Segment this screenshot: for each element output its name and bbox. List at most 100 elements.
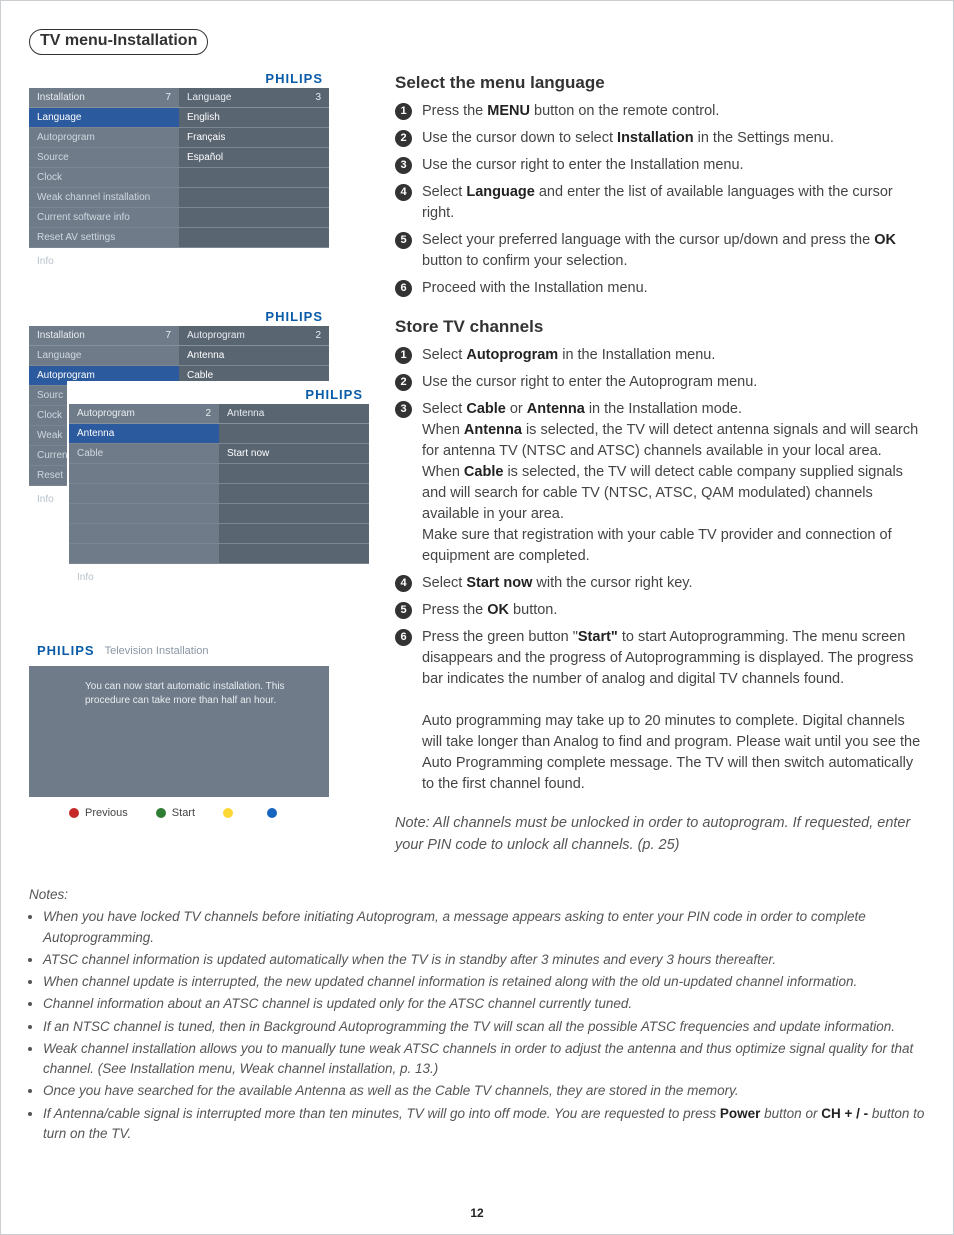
steps-store: 1 Select Autoprogram in the Installation … — [395, 345, 925, 795]
step-text: Use the cursor down to select Installati… — [422, 128, 834, 149]
step-number-icon: 4 — [395, 575, 412, 592]
section-heading-store: Store TV channels — [395, 317, 925, 337]
menu-item — [179, 228, 329, 248]
panel-header: Language — [187, 92, 232, 103]
step-number-icon: 6 — [395, 629, 412, 646]
wizard-title: Television Installation — [105, 645, 209, 657]
menu-item — [69, 544, 219, 564]
footnotes: Notes: When you have locked TV channels … — [29, 885, 925, 1144]
panel-count: 2 — [315, 330, 321, 341]
step-number-icon: 5 — [395, 232, 412, 249]
menu-item — [179, 168, 329, 188]
menu-item — [219, 424, 369, 444]
step-text: Select Autoprogram in the Installation m… — [422, 345, 715, 366]
step-number-icon: 4 — [395, 184, 412, 201]
instructions-column: Select the menu language 1 Press the MENU… — [395, 67, 925, 859]
step-number-icon: 1 — [395, 103, 412, 120]
legend-yellow — [223, 807, 239, 819]
menu-item: Language — [29, 108, 179, 128]
step-text: Select Cable or Antenna in the Installat… — [422, 399, 925, 567]
menu-item — [219, 524, 369, 544]
step-number-icon: 3 — [395, 401, 412, 418]
legend-blue — [267, 807, 283, 819]
mock-autoprogram-antenna: PHILIPS Autoprogram 2 Antenna Cable — [69, 383, 369, 597]
menu-item — [219, 464, 369, 484]
panel-header: Autoprogram — [187, 330, 245, 341]
steps-language: 1 Press the MENU button on the remote con… — [395, 101, 925, 299]
menu-item: Start now — [219, 444, 369, 464]
page-number: 12 — [1, 1206, 953, 1220]
menu-item: Antenna — [179, 346, 329, 366]
menu-item: Weak channel installation — [29, 188, 179, 208]
step-number-icon: 5 — [395, 602, 412, 619]
footnote-item: If Antenna/cable signal is interrupted m… — [43, 1104, 925, 1145]
step-number-icon: 3 — [395, 157, 412, 174]
footnote-item: If an NTSC channel is tuned, then in Bac… — [43, 1017, 925, 1037]
red-dot-icon — [69, 808, 79, 818]
menu-item — [179, 188, 329, 208]
legend-previous: Previous — [69, 807, 128, 819]
menu-item — [69, 524, 219, 544]
menu-item — [219, 504, 369, 524]
menu-item — [69, 484, 219, 504]
step-text: Use the cursor right to enter the Autopr… — [422, 372, 757, 393]
screenshots-column: PHILIPS Installation 7 Language Autoprogr… — [29, 67, 369, 859]
green-dot-icon — [156, 808, 166, 818]
step-text: Select Start now with the cursor right k… — [422, 573, 693, 594]
panel-header: Autoprogram — [77, 408, 135, 419]
menu-item: Current software info — [29, 208, 179, 228]
footnotes-heading: Notes: — [29, 885, 925, 905]
footnote-item: Once you have searched for the available… — [43, 1081, 925, 1101]
menu-item: Clock — [29, 168, 179, 188]
page-title-badge: TV menu-Installation — [29, 29, 208, 55]
menu-item — [179, 208, 329, 228]
menu-item: Antenna — [69, 424, 219, 444]
panel-count: 3 — [315, 92, 321, 103]
info-bar: Info — [29, 248, 329, 281]
footnote-item: Weak channel installation allows you to … — [43, 1039, 925, 1080]
panel-count: 7 — [165, 92, 171, 103]
footnote-item: ATSC channel information is updated auto… — [43, 950, 925, 970]
section-heading-language: Select the menu language — [395, 73, 925, 93]
footnote-item: When channel update is interrupted, the … — [43, 972, 925, 992]
step-text: Press the OK button. — [422, 600, 557, 621]
menu-item: Language — [29, 346, 179, 366]
info-bar: Info — [69, 564, 369, 597]
yellow-dot-icon — [223, 808, 233, 818]
step-text: Select Language and enter the list of av… — [422, 182, 925, 224]
legend-start: Start — [156, 807, 195, 819]
mock-wizard-start: PHILIPS Television Installation You can … — [29, 635, 329, 835]
step-text: Select your preferred language with the … — [422, 230, 925, 272]
menu-item: English — [179, 108, 329, 128]
brand-logo: PHILIPS — [29, 67, 329, 88]
menu-item — [69, 504, 219, 524]
mock-install-language: PHILIPS Installation7 Language Autoprogr… — [29, 67, 329, 281]
menu-item: Reset AV settings — [29, 228, 179, 248]
menu-item: Source — [29, 148, 179, 168]
step-text: Press the MENU button on the remote cont… — [422, 101, 719, 122]
brand-logo: PHILIPS — [69, 383, 369, 404]
autoprogram-note: Note: All channels must be unlocked in o… — [395, 813, 925, 857]
wizard-body: You can now start automatic installation… — [29, 666, 329, 797]
step-number-icon: 1 — [395, 347, 412, 364]
panel-header: Antenna — [227, 408, 264, 419]
menu-item: Français — [179, 128, 329, 148]
panel-count: 7 — [165, 330, 171, 341]
menu-item — [219, 484, 369, 504]
blue-dot-icon — [267, 808, 277, 818]
menu-item: Cable — [69, 444, 219, 464]
footnote-item: Channel information about an ATSC channe… — [43, 994, 925, 1014]
step-text: Press the green button "Start" to start … — [422, 627, 925, 795]
menu-item — [219, 544, 369, 564]
step-number-icon: 2 — [395, 374, 412, 391]
step-number-icon: 6 — [395, 280, 412, 297]
step-number-icon: 2 — [395, 130, 412, 147]
footnote-item: When you have locked TV channels before … — [43, 907, 925, 948]
panel-count: 2 — [205, 408, 211, 419]
panel-header: Installation — [37, 330, 85, 341]
brand-logo: PHILIPS — [37, 643, 95, 658]
panel-header: Installation — [37, 92, 85, 103]
menu-item: Español — [179, 148, 329, 168]
step-text: Proceed with the Installation menu. — [422, 278, 648, 299]
step-text: Use the cursor right to enter the Instal… — [422, 155, 744, 176]
